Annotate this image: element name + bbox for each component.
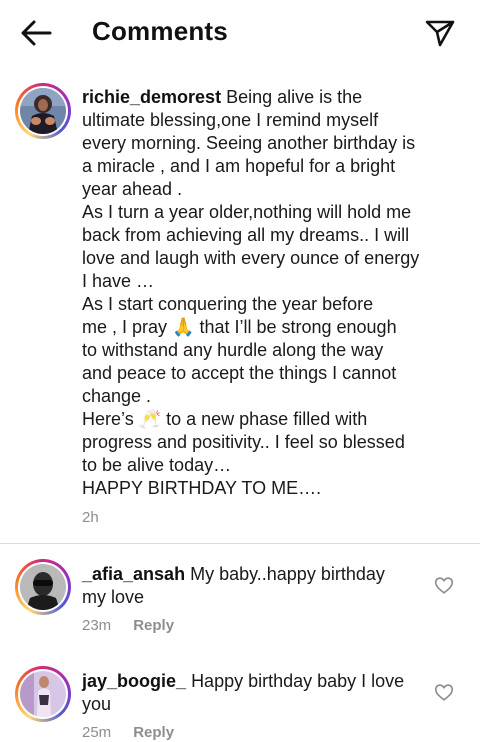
- avatar[interactable]: [15, 83, 71, 139]
- profile-photo: [20, 88, 66, 134]
- caption-line: I have …: [82, 271, 155, 291]
- caption-line: to withstand any hurdle along the way: [82, 340, 384, 360]
- caption-line: me , I pray 🙏 that I’ll be strong enough: [82, 317, 397, 337]
- caption-line: progress and positivity.. I feel so bles…: [82, 432, 405, 452]
- profile-photo: [20, 564, 66, 610]
- caption-line: Here’s 🥂 to a new phase filled with: [82, 409, 368, 429]
- caption-line: every morning. Seeing another birthday i…: [82, 133, 416, 153]
- comment-timestamp: 23m: [82, 617, 112, 634]
- comment-line: you: [82, 694, 112, 714]
- divider: [0, 543, 480, 544]
- comment-line: Happy birthday baby I love: [191, 671, 405, 691]
- caption-username[interactable]: richie_demorest: [82, 87, 221, 107]
- caption-line: and peace to accept the things I cannot: [82, 363, 397, 383]
- comment-text: jay_boogie_ Happy birthday baby I love y…: [82, 670, 412, 716]
- caption-line: As I turn a year older,nothing will hold…: [82, 202, 412, 222]
- caption-line: Being alive is the: [226, 87, 363, 107]
- paper-plane-icon: [425, 20, 455, 47]
- comment-meta: 23m Reply: [82, 617, 174, 634]
- page-title: Comments: [92, 16, 228, 46]
- profile-photo: [20, 671, 66, 717]
- caption-timestamp: 2h: [82, 509, 99, 526]
- caption-line: to be alive today…: [82, 455, 232, 475]
- comment-username[interactable]: _afia_ansah: [82, 564, 185, 584]
- caption-line: a miracle , and I am hopeful for a brigh…: [82, 156, 396, 176]
- comment-username[interactable]: jay_boogie_: [82, 671, 186, 691]
- caption-line: change .: [82, 386, 152, 406]
- caption-text: richie_demorest Being alive is the ultim…: [82, 86, 452, 500]
- caption-line: HAPPY BIRTHDAY TO ME….: [82, 478, 322, 498]
- reply-button[interactable]: Reply: [133, 617, 174, 634]
- avatar[interactable]: [15, 666, 71, 722]
- comment-line: My baby..happy birthday: [190, 564, 385, 584]
- caption-line: As I start conquering the year before: [82, 294, 374, 314]
- header-bar: Comments: [0, 0, 480, 66]
- heart-icon[interactable]: [433, 574, 455, 596]
- caption-line: year ahead .: [82, 179, 183, 199]
- comment-line: my love: [82, 587, 145, 607]
- comment-text: _afia_ansah My baby..happy birthday my l…: [82, 563, 412, 609]
- back-button[interactable]: [14, 14, 58, 52]
- caption-line: love and laugh with every ounce of energ…: [82, 248, 420, 268]
- comment-timestamp: 25m: [82, 724, 112, 741]
- reply-button[interactable]: Reply: [133, 724, 174, 741]
- avatar[interactable]: [15, 559, 71, 615]
- caption-line: back from achieving all my dreams.. I wi…: [82, 225, 410, 245]
- comment-meta: 25m Reply: [82, 724, 174, 741]
- arrow-left-icon: [21, 20, 52, 46]
- caption-line: ultimate blessing,one I remind myself: [82, 110, 379, 130]
- heart-icon[interactable]: [433, 681, 455, 703]
- share-button[interactable]: [418, 14, 462, 52]
